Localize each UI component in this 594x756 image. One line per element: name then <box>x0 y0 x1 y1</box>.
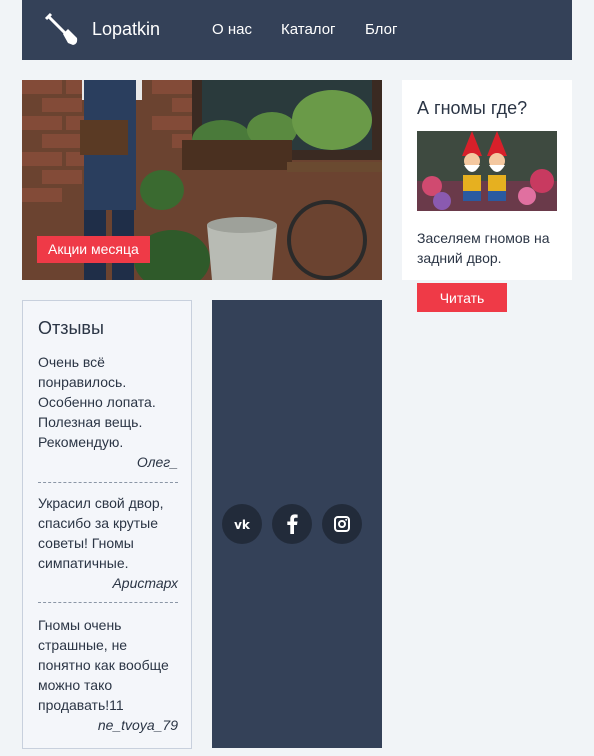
promo-card: А гномы где? Заселяем гномов на задний д… <box>402 80 572 280</box>
review-author: Олег_ <box>136 454 178 470</box>
vk-icon[interactable]: vk <box>222 504 262 544</box>
review-author: ne_tvoya_79 <box>97 717 178 733</box>
nav-link-blog[interactable]: Блог <box>365 21 397 38</box>
promo-text: Заселяем гномов на задний двор. <box>417 230 550 266</box>
reviews-panel: Отзывы Очень всё понравилось. Особенно л… <box>22 300 192 749</box>
social-panel: vk <box>212 300 382 748</box>
svg-text:vk: vk <box>234 518 251 531</box>
review-divider <box>38 482 178 483</box>
reviews-title: Отзывы <box>38 318 104 338</box>
instagram-icon[interactable] <box>322 504 362 544</box>
review-item: Гномы очень страшные, не понятно как воо… <box>38 615 178 735</box>
monthly-deals-button[interactable]: Акции месяца <box>37 236 150 263</box>
gnomes-image <box>417 131 557 211</box>
review-text: Очень всё понравилось. Особенно лопата. … <box>38 354 156 450</box>
read-button[interactable]: Читать <box>417 283 507 312</box>
promo-title: А гномы где? <box>417 98 528 118</box>
review-text: Украсил свой двор, спасибо за крутые сов… <box>38 495 164 571</box>
facebook-icon[interactable] <box>272 504 312 544</box>
review-author: Аристарх <box>112 575 178 591</box>
nav-link-catalog[interactable]: Каталог <box>281 21 336 38</box>
review-divider <box>38 602 178 603</box>
hero-banner: Акции месяца <box>22 80 382 280</box>
review-item: Очень всё понравилось. Особенно лопата. … <box>38 352 178 472</box>
site-header: Lopatkin О нас Каталог Блог <box>22 0 572 60</box>
shovel-icon[interactable] <box>44 12 80 48</box>
nav-link-about[interactable]: О нас <box>212 21 252 38</box>
review-text: Гномы очень страшные, не понятно как воо… <box>38 617 169 713</box>
review-item: Украсил свой двор, спасибо за крутые сов… <box>38 493 178 593</box>
logo-text[interactable]: Lopatkin <box>92 19 160 40</box>
